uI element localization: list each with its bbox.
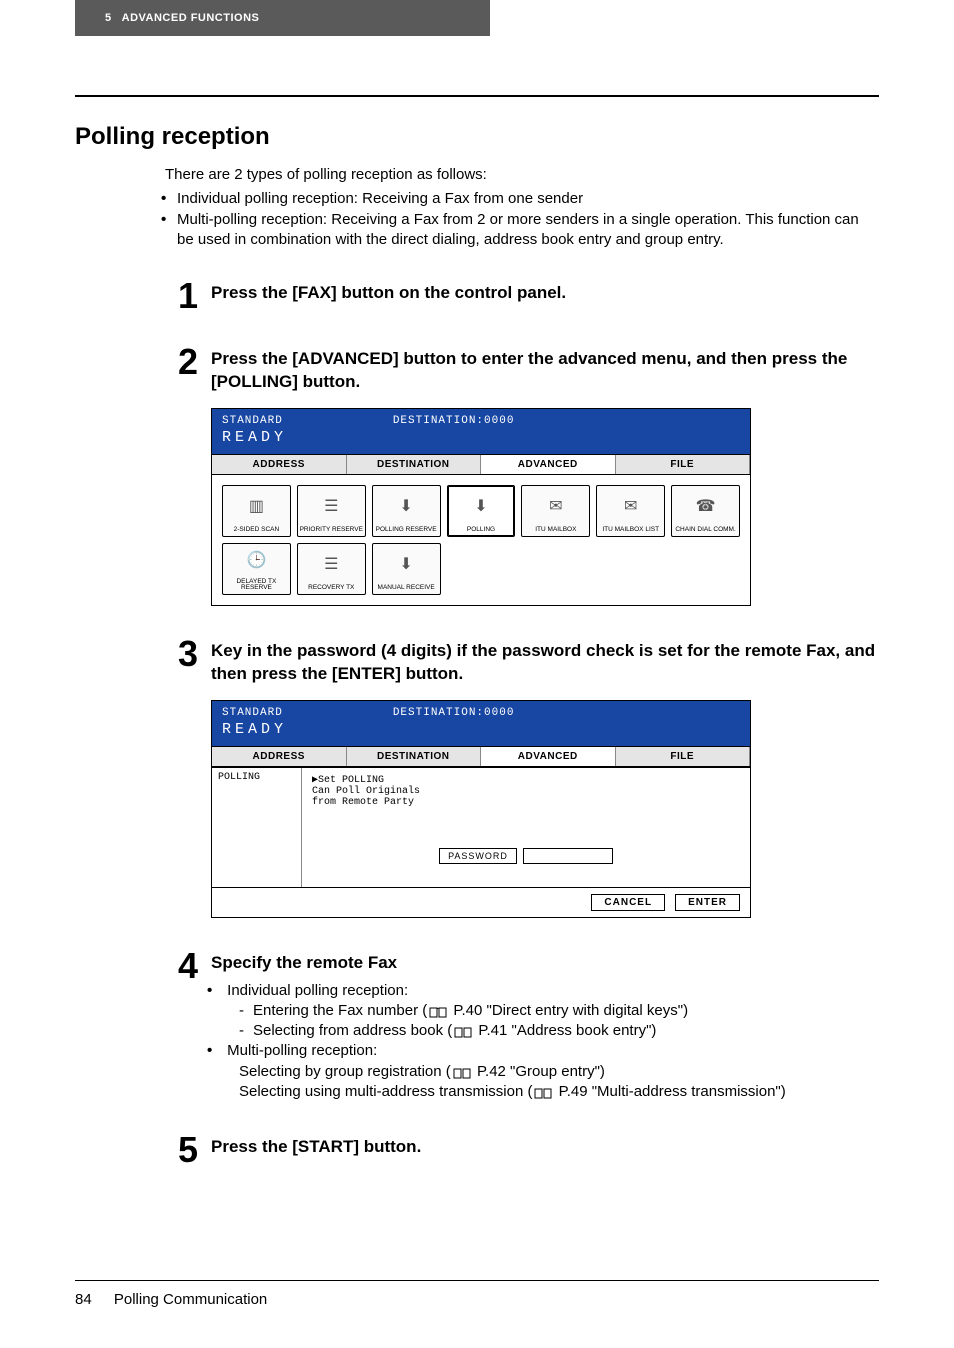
book-icon [453,1066,471,1078]
step-5: 5 Press the [START] button. [165,1132,879,1168]
btn-priority-reserve[interactable]: ☰PRIORITY RESERVE [297,485,366,537]
btn-itu-mailbox[interactable]: ✉ITU MAILBOX [521,485,590,537]
chapter-title: ADVANCED FUNCTIONS [122,12,260,24]
intro-bullet: Multi-polling reception: Receiving a Fax… [177,210,879,251]
step-title: Press the [START] button. [211,1136,879,1159]
btn-polling[interactable]: ⬇POLLING [447,485,516,537]
step-number: 3 [165,636,211,918]
tab-file[interactable]: FILE [616,455,751,474]
divider-top [75,95,879,97]
step-title: Press the [ADVANCED] button to enter the… [211,348,879,394]
btn-chain-dial-comm[interactable]: ☎CHAIN DIAL COMM. [671,485,740,537]
step-number: 4 [165,948,211,1102]
polling-line: Can Poll Originals [312,786,740,797]
step-number: 2 [165,344,211,606]
chapter-number: 5 [105,12,112,24]
step4-bullet-individual: Individual polling reception: Entering t… [223,981,879,1042]
tab-destination[interactable]: DESTINATION [347,747,482,766]
banner-mode: STANDARD [222,415,283,427]
btn-manual-receive[interactable]: ⬇MANUAL RECEIVE [372,543,441,595]
tab-destination[interactable]: DESTINATION [347,455,482,474]
ui-footer-buttons: CANCEL ENTER [212,887,750,917]
ui-banner: STANDARD DESTINATION:0000 READY [212,701,750,746]
btn-2sided-scan[interactable]: ▥2-SIDED SCAN [222,485,291,537]
running-header: 5 ADVANCED FUNCTIONS [75,0,490,36]
section-title: Polling reception [75,123,879,151]
step-number: 1 [165,278,211,314]
btn-itu-mailbox-list[interactable]: ✉ITU MAILBOX LIST [596,485,665,537]
enter-button[interactable]: ENTER [675,894,740,911]
ui-tab-bar: ADDRESS DESTINATION ADVANCED FILE [212,454,750,475]
step4-line: Selecting by group registration ( P.42 "… [223,1062,879,1082]
step-4: 4 Specify the remote Fax Individual poll… [165,948,879,1102]
tab-advanced[interactable]: ADVANCED [481,747,616,766]
banner-ready: READY [222,429,740,446]
polling-left-label: POLLING [212,768,302,887]
step-3: 3 Key in the password (4 digits) if the … [165,636,879,918]
book-icon [454,1025,472,1037]
step-title: Key in the password (4 digits) if the pa… [211,640,879,686]
cancel-button[interactable]: CANCEL [591,894,665,911]
step-title: Press the [FAX] button on the control pa… [211,282,879,305]
ui-screenshot-polling-password: STANDARD DESTINATION:0000 READY ADDRESS … [211,700,751,918]
step-number: 5 [165,1132,211,1168]
step4-bullet-multi: Multi-polling reception: Selecting by gr… [223,1041,879,1102]
advanced-button-grid: ▥2-SIDED SCAN ☰PRIORITY RESERVE ⬇POLLING… [212,475,750,605]
banner-destination: DESTINATION:0000 [393,707,515,719]
book-icon [429,1005,447,1017]
step4-line: Selecting using multi-address transmissi… [223,1082,879,1102]
banner-destination: DESTINATION:0000 [393,415,515,427]
tab-address[interactable]: ADDRESS [212,747,347,766]
btn-delayed-tx-reserve[interactable]: 🕒DELAYED TX RESERVE [222,543,291,595]
step-title: Specify the remote Fax [211,952,879,975]
step4-sub: Selecting from address book ( P.41 "Addr… [223,1021,879,1041]
intro-lead: There are 2 types of polling reception a… [165,165,879,185]
polling-line: ▶Set POLLING [312,774,740,786]
ui-screenshot-advanced-menu: STANDARD DESTINATION:0000 READY ADDRESS … [211,408,751,606]
ui-tab-bar: ADDRESS DESTINATION ADVANCED FILE [212,746,750,767]
step-2: 2 Press the [ADVANCED] button to enter t… [165,344,879,606]
banner-mode: STANDARD [222,707,283,719]
password-field[interactable] [523,848,613,864]
btn-recovery-tx[interactable]: ☰RECOVERY TX [297,543,366,595]
step4-sub: Entering the Fax number ( P.40 "Direct e… [223,1001,879,1021]
tab-advanced[interactable]: ADVANCED [481,455,616,474]
footer-title: Polling Communication [114,1291,267,1308]
page-footer: 84 Polling Communication [75,1280,879,1308]
book-icon [534,1086,552,1098]
ui-banner: STANDARD DESTINATION:0000 READY [212,409,750,454]
tab-file[interactable]: FILE [616,747,751,766]
step-1: 1 Press the [FAX] button on the control … [165,278,879,314]
polling-line: from Remote Party [312,797,740,808]
banner-ready: READY [222,721,740,738]
btn-polling-reserve[interactable]: ⬇POLLING RESERVE [372,485,441,537]
password-button[interactable]: PASSWORD [439,848,517,864]
tab-address[interactable]: ADDRESS [212,455,347,474]
page-number: 84 [75,1291,92,1308]
intro-text: There are 2 types of polling reception a… [165,165,879,250]
intro-bullet: Individual polling reception: Receiving … [177,189,879,209]
divider-bottom [75,1280,879,1281]
polling-right-panel: ▶Set POLLING Can Poll Originals from Rem… [302,768,750,887]
